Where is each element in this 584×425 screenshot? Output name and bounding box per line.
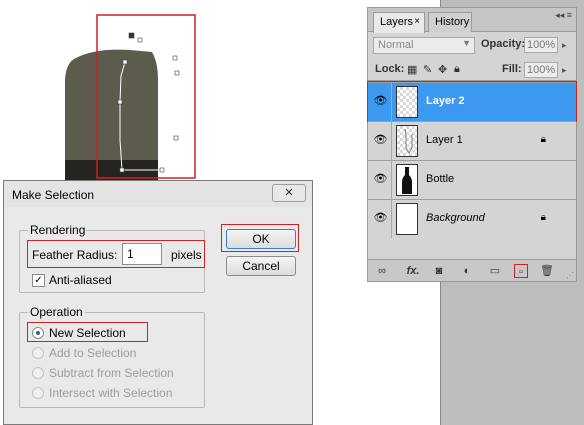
- path-thumbnail-icon: [404, 128, 413, 154]
- eye-icon[interactable]: 👁︎: [372, 210, 389, 227]
- tab-history-label: History: [435, 16, 470, 28]
- dialog-titlebar[interactable]: Make Selection ✕: [4, 181, 312, 207]
- trash-icon[interactable]: 🗑︎: [540, 264, 554, 278]
- tab-history[interactable]: History: [428, 12, 472, 32]
- opacity-label: Opacity:: [481, 38, 526, 50]
- layers-bottom-bar: ∞ fx. ◙ ◐ ▭ ▫ 🗑︎ ⋰: [368, 259, 576, 281]
- blend-mode-value: Normal: [378, 39, 414, 51]
- rendering-group-label: Rendering: [28, 223, 88, 237]
- panel-menu-icon[interactable]: ◂◂ ≡: [555, 11, 572, 20]
- divider: [391, 200, 392, 238]
- panel-tab-bar: Layers × History ◂◂ ≡: [368, 8, 576, 33]
- blend-mode-select[interactable]: Normal ▼: [373, 37, 475, 54]
- new-layer-icon[interactable]: ▫: [514, 264, 528, 278]
- lock-icon: 🔒︎: [540, 212, 546, 223]
- fill-value: 100%: [527, 64, 556, 76]
- opacity-input[interactable]: 100%: [524, 37, 558, 53]
- blend-opacity-row: Normal ▼ Opacity: 100% ▸: [368, 34, 576, 56]
- layer-thumbnail: [396, 164, 418, 196]
- divider: [391, 83, 392, 121]
- checkmark-icon: ✓: [34, 275, 43, 286]
- operation-group: Operation New Selection Add to Selection…: [19, 305, 205, 408]
- make-selection-dialog: Make Selection ✕ Rendering Feather Radiu…: [3, 180, 313, 425]
- new-selection-radio[interactable]: [32, 327, 44, 339]
- close-icon: ✕: [284, 187, 294, 199]
- mask-icon[interactable]: ◙: [432, 264, 446, 278]
- feather-radius-value: 1: [127, 247, 134, 261]
- layer-name: Layer 2: [426, 95, 465, 107]
- cancel-button[interactable]: Cancel: [226, 256, 296, 276]
- lock-image-brush-icon[interactable]: ✎: [423, 63, 432, 76]
- layer-row-layer-2[interactable]: 👁︎ Layer 2: [367, 81, 577, 122]
- subtract-from-selection-radio[interactable]: [32, 367, 44, 379]
- anti-aliased-checkbox[interactable]: ✓: [32, 274, 45, 287]
- lock-icon: 🔒︎: [540, 134, 546, 145]
- tab-layers[interactable]: Layers ×: [373, 12, 425, 33]
- intersect-with-selection-label: Intersect with Selection: [49, 386, 173, 400]
- fill-arrow-icon[interactable]: ▸: [562, 65, 567, 76]
- add-to-selection-label: Add to Selection: [49, 346, 137, 360]
- layer-row-layer-1[interactable]: 👁︎ Layer 1 🔒︎: [368, 121, 576, 160]
- ok-button[interactable]: OK: [226, 229, 296, 249]
- bottle-thumbnail-icon: [402, 167, 412, 194]
- divider: [391, 122, 392, 160]
- eye-icon[interactable]: 👁︎: [372, 93, 389, 110]
- feather-radius-input[interactable]: 1: [122, 243, 162, 265]
- intersect-with-selection-radio[interactable]: [32, 387, 44, 399]
- fx-icon[interactable]: fx.: [403, 264, 423, 278]
- lock-all-icon[interactable]: 🔒︎: [454, 63, 460, 76]
- resize-grip-icon[interactable]: ⋰: [566, 271, 574, 280]
- adjustment-icon[interactable]: ◐: [460, 264, 474, 278]
- layer-row-bottle[interactable]: 👁︎ Bottle: [368, 160, 576, 199]
- lock-fill-row: Lock: ▦ ✎ ✥ 🔒︎ Fill: 100% ▸: [368, 59, 576, 81]
- chevron-down-icon: ▼: [462, 38, 471, 48]
- layer-name: Bottle: [426, 173, 455, 185]
- layers-panel: Layers × History ◂◂ ≡ Normal ▼ Opacity: …: [367, 7, 577, 282]
- feather-radius-label: Feather Radius:: [32, 248, 118, 262]
- anti-aliased-label: Anti-aliased: [49, 273, 112, 287]
- opacity-arrow-icon[interactable]: ▸: [562, 40, 567, 51]
- operation-group-label: Operation: [28, 305, 85, 319]
- fill-input[interactable]: 100%: [524, 62, 558, 78]
- fill-label: Fill:: [502, 63, 522, 75]
- ok-button-label: OK: [252, 232, 270, 246]
- layer-name: Layer 1: [426, 134, 463, 146]
- folder-icon[interactable]: ▭: [488, 264, 502, 278]
- lock-position-move-icon[interactable]: ✥: [438, 63, 447, 76]
- lock-label: Lock:: [375, 63, 405, 75]
- eye-icon[interactable]: 👁︎: [372, 132, 389, 149]
- tab-layers-label: Layers: [380, 16, 414, 28]
- feather-unit-label: pixels: [171, 248, 202, 262]
- dialog-title: Make Selection: [12, 188, 95, 202]
- tab-close-icon[interactable]: ×: [414, 16, 420, 27]
- layer-name: Background: [426, 212, 485, 224]
- layer-thumbnail: [396, 203, 418, 235]
- subtract-from-selection-label: Subtract from Selection: [49, 366, 174, 380]
- lock-transparency-icon[interactable]: ▦: [407, 63, 417, 76]
- cancel-button-label: Cancel: [242, 259, 280, 273]
- bottle-neck-shape: [65, 49, 158, 178]
- add-to-selection-radio[interactable]: [32, 347, 44, 359]
- rendering-group: Rendering Feather Radius: 1 pixels ✓ Ant…: [19, 223, 205, 293]
- close-button[interactable]: ✕: [272, 184, 306, 202]
- link-icon[interactable]: ∞: [375, 264, 389, 278]
- new-selection-label: New Selection: [49, 326, 126, 340]
- layer-thumbnail: [396, 125, 418, 157]
- opacity-value: 100%: [527, 39, 556, 51]
- layer-thumbnail: [396, 86, 418, 118]
- layer-row-background[interactable]: 👁︎ Background 🔒︎: [368, 199, 576, 239]
- divider: [391, 161, 392, 199]
- eye-icon[interactable]: 👁︎: [372, 171, 389, 188]
